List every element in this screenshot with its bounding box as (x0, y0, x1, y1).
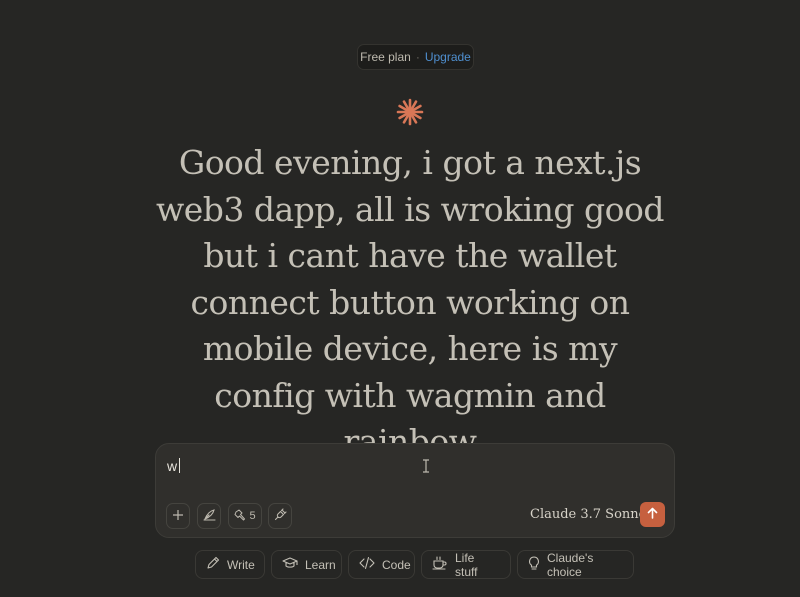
suggestion-life-stuff[interactable]: Life stuff (421, 550, 511, 579)
suggestion-label: Write (227, 557, 255, 572)
plug-icon (274, 508, 287, 524)
suggestion-code[interactable]: Code (348, 550, 415, 579)
lightbulb-icon (528, 555, 540, 574)
suggestion-label: Code (382, 557, 411, 572)
message-input[interactable]: w (167, 458, 177, 474)
suggestion-label: Learn (305, 557, 336, 572)
hammer-icon (234, 509, 246, 524)
plan-badge: Free plan · Upgrade (357, 44, 474, 70)
suggestion-chips: Write Learn Code Life stuff Claude's cho… (0, 550, 800, 579)
code-icon (359, 556, 375, 573)
suggestion-learn[interactable]: Learn (271, 550, 342, 579)
model-label: Claude 3.7 Sonnet (530, 507, 652, 522)
suggestion-label: Life stuff (455, 550, 478, 579)
suggestion-write[interactable]: Write (195, 550, 265, 579)
coffee-cup-icon (432, 556, 448, 573)
send-button[interactable] (640, 502, 665, 527)
plan-separator: · (415, 50, 420, 64)
arrow-up-icon (647, 506, 658, 524)
tools-count: 5 (249, 510, 256, 522)
text-cursor-icon (422, 459, 430, 473)
plus-icon (172, 509, 184, 524)
tools-button[interactable]: 5 (228, 503, 262, 529)
quill-pen-icon (202, 508, 216, 524)
greeting-heading: Good evening, i got a next.js web3 dapp,… (156, 143, 664, 461)
add-attachment-button[interactable] (166, 503, 190, 529)
style-button[interactable] (197, 503, 221, 529)
suggestion-label: Claude's choice (547, 550, 594, 579)
plan-label: Free plan (360, 50, 411, 64)
claude-logo-icon (396, 98, 424, 126)
graduation-cap-icon (282, 556, 298, 573)
integrations-button[interactable] (268, 503, 292, 529)
upgrade-link[interactable]: Upgrade (425, 50, 471, 64)
message-composer[interactable]: w 5 Claude 3.7 Sonnet (155, 443, 675, 538)
text-caret (179, 458, 180, 473)
pencil-icon (206, 556, 220, 573)
suggestion-claudes-choice[interactable]: Claude's choice (517, 550, 634, 579)
